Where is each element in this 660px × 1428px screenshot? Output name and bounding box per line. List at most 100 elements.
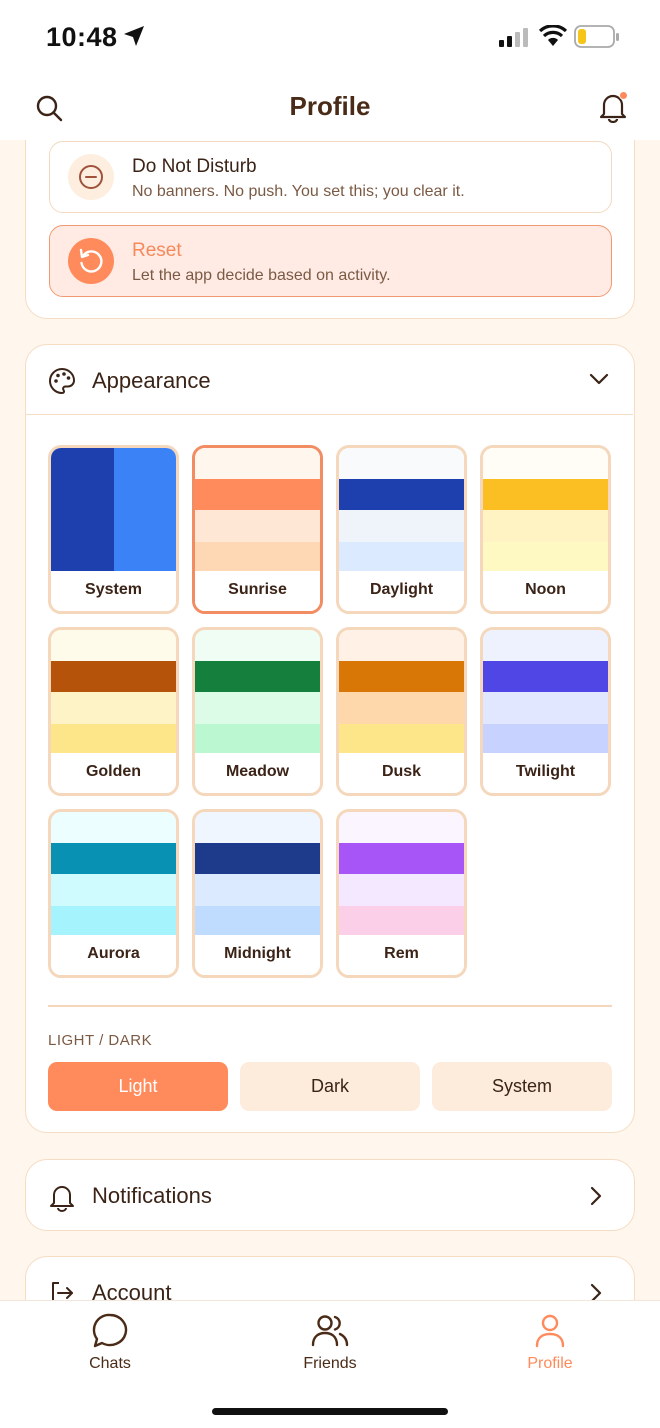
swatch-band bbox=[195, 661, 320, 692]
chat-bubble-icon bbox=[92, 1313, 128, 1348]
cellular-signal-icon bbox=[499, 28, 528, 47]
theme-label: Midnight bbox=[195, 935, 320, 975]
theme-meadow[interactable]: Meadow bbox=[192, 627, 323, 796]
swatch-band bbox=[51, 874, 176, 906]
swatch-band bbox=[339, 542, 464, 574]
swatch-band bbox=[339, 692, 464, 724]
option-description: Let the app decide based on activity. bbox=[132, 267, 391, 284]
tab-label: Profile bbox=[527, 1355, 573, 1372]
swatch-band bbox=[195, 843, 320, 874]
swatch-band bbox=[339, 812, 464, 843]
swatch-band bbox=[51, 661, 176, 692]
tab-label: Chats bbox=[89, 1355, 131, 1372]
mode-dark-button[interactable]: Dark bbox=[240, 1062, 420, 1111]
theme-midnight[interactable]: Midnight bbox=[192, 809, 323, 978]
swatch-band bbox=[195, 630, 320, 661]
home-indicator bbox=[212, 1408, 448, 1415]
users-icon bbox=[311, 1315, 349, 1347]
theme-aurora[interactable]: Aurora bbox=[48, 809, 179, 978]
swatch-band bbox=[51, 692, 176, 724]
swatch-band bbox=[51, 906, 176, 938]
notifications-section[interactable]: Notifications bbox=[25, 1159, 635, 1231]
theme-daylight[interactable]: Daylight bbox=[336, 445, 467, 614]
swatch-band bbox=[339, 630, 464, 661]
chevron-down-icon bbox=[589, 373, 609, 385]
theme-label: Golden bbox=[51, 753, 176, 793]
swatch-band bbox=[483, 448, 608, 479]
reset-icon bbox=[68, 238, 114, 284]
mode-light-button[interactable]: Light bbox=[48, 1062, 228, 1111]
theme-label: Aurora bbox=[51, 935, 176, 975]
swatch-band bbox=[195, 479, 320, 510]
option-title: Reset bbox=[132, 240, 182, 261]
tab-friends[interactable]: Friends bbox=[270, 1311, 390, 1373]
do-not-disturb-option[interactable]: Do Not Disturb No banners. No push. You … bbox=[49, 141, 612, 213]
logout-icon bbox=[52, 1282, 73, 1300]
swatch-band bbox=[51, 448, 114, 574]
option-description: No banners. No push. You set this; you c… bbox=[132, 183, 465, 200]
swatch-band bbox=[195, 906, 320, 938]
option-title: Do Not Disturb bbox=[132, 156, 257, 177]
user-icon bbox=[535, 1314, 565, 1348]
theme-label: Meadow bbox=[195, 753, 320, 793]
swatch-band bbox=[483, 479, 608, 510]
page-title: Profile bbox=[289, 91, 371, 121]
theme-rem[interactable]: Rem bbox=[336, 809, 467, 978]
swatch-band bbox=[195, 448, 320, 479]
battery-icon bbox=[574, 25, 619, 48]
swatch-band bbox=[483, 661, 608, 692]
theme-label: Rem bbox=[339, 935, 464, 975]
section-title: Account bbox=[92, 1280, 172, 1300]
swatch-band bbox=[483, 692, 608, 724]
notifications-button[interactable] bbox=[598, 91, 630, 125]
appearance-card: Appearance System Sunrise Daylight Noon … bbox=[25, 344, 635, 1133]
swatch-band bbox=[195, 874, 320, 906]
tab-chats[interactable]: Chats bbox=[50, 1311, 170, 1373]
account-section[interactable]: Account bbox=[25, 1256, 635, 1300]
section-title: Appearance bbox=[92, 368, 211, 393]
section-title: Notifications bbox=[92, 1183, 212, 1208]
reset-option[interactable]: Reset Let the app decide based on activi… bbox=[49, 225, 612, 297]
theme-twilight[interactable]: Twilight bbox=[480, 627, 611, 796]
swatch-band bbox=[195, 812, 320, 843]
swatch-band bbox=[113, 448, 176, 574]
swatch-band bbox=[51, 724, 176, 756]
theme-noon[interactable]: Noon bbox=[480, 445, 611, 614]
swatch-band bbox=[51, 812, 176, 843]
notification-badge bbox=[619, 91, 628, 100]
status-time: 10:48 bbox=[46, 22, 118, 52]
theme-golden[interactable]: Golden bbox=[48, 627, 179, 796]
theme-label: Daylight bbox=[339, 571, 464, 611]
theme-dusk[interactable]: Dusk bbox=[336, 627, 467, 796]
appearance-header[interactable]: Appearance bbox=[26, 345, 633, 415]
swatch-band bbox=[339, 448, 464, 479]
swatch-band bbox=[195, 692, 320, 724]
top-nav: Profile bbox=[0, 74, 660, 140]
swatch-band bbox=[483, 542, 608, 574]
tab-label: Friends bbox=[303, 1355, 357, 1372]
status-bar: 10:48 bbox=[0, 0, 660, 74]
theme-system[interactable]: System bbox=[48, 445, 179, 614]
chevron-right-icon bbox=[590, 1283, 602, 1300]
swatch-band bbox=[339, 906, 464, 938]
swatch-band bbox=[339, 510, 464, 542]
divider bbox=[48, 1005, 612, 1007]
theme-label: Dusk bbox=[339, 753, 464, 793]
theme-label: System bbox=[51, 571, 176, 611]
swatch-band bbox=[483, 724, 608, 756]
swatch-band bbox=[195, 542, 320, 574]
swatch-band bbox=[339, 874, 464, 906]
bell-icon bbox=[50, 1186, 74, 1212]
swatch-band bbox=[339, 661, 464, 692]
swatch-band bbox=[339, 724, 464, 756]
theme-sunrise[interactable]: Sunrise bbox=[192, 445, 323, 614]
wifi-icon bbox=[539, 25, 567, 46]
swatch-band bbox=[483, 510, 608, 542]
swatch-band bbox=[483, 630, 608, 661]
chevron-right-icon bbox=[590, 1186, 602, 1206]
tab-profile[interactable]: Profile bbox=[490, 1311, 610, 1373]
minus-circle-icon bbox=[68, 154, 114, 200]
swatch-band bbox=[195, 724, 320, 756]
mode-system-button[interactable]: System bbox=[432, 1062, 612, 1111]
location-arrow-icon bbox=[124, 26, 144, 46]
